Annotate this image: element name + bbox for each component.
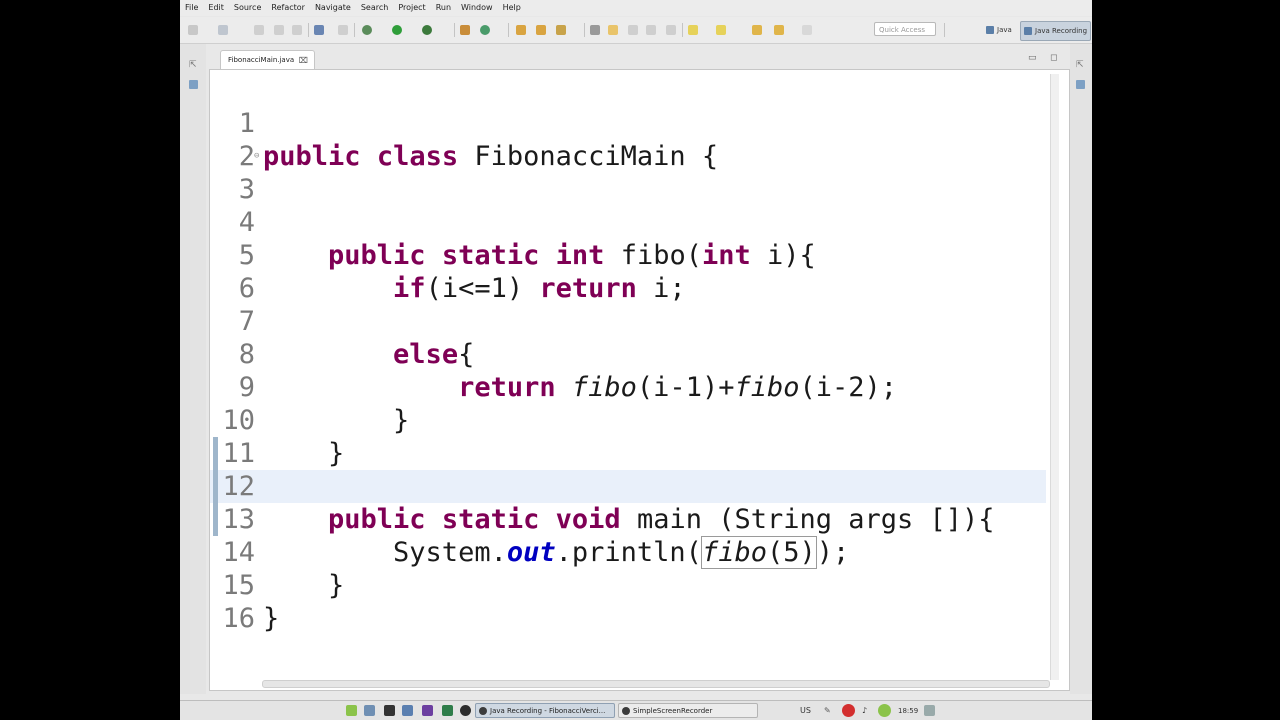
show-desktop-icon[interactable]	[364, 705, 375, 716]
menu-project[interactable]: Project	[393, 0, 430, 16]
next-annotation-icon[interactable]	[688, 25, 698, 35]
system-taskbar: Java Recording - FibonacciVerci... Simpl…	[180, 700, 1092, 720]
eclipse-icon[interactable]	[422, 705, 433, 716]
update-icon[interactable]	[878, 704, 891, 717]
code-line: 16	[210, 569, 1046, 634]
code-line: 15 }	[210, 536, 1046, 634]
editor-tab-fibonaccimain[interactable]: FibonacciMain.java ⌧	[220, 50, 315, 69]
fold-marker-icon[interactable]: ⊖	[254, 140, 259, 173]
save-all-icon[interactable]	[274, 25, 284, 35]
main-toolbar: Quick Access Java Java Recording	[180, 17, 1092, 44]
terminate-icon[interactable]	[338, 25, 348, 35]
pin-icon[interactable]	[802, 25, 812, 35]
open-task-icon[interactable]	[536, 25, 546, 35]
code-line: 1 public class FibonacciMain {	[210, 74, 1046, 172]
recorder-icon[interactable]	[460, 705, 471, 716]
search-icon[interactable]	[556, 25, 566, 35]
outline-icon[interactable]	[1076, 80, 1085, 89]
menu-window[interactable]: Window	[456, 0, 498, 16]
back-icon[interactable]	[752, 25, 762, 35]
window-icon	[479, 707, 487, 715]
horizontal-scrollbar[interactable]	[262, 680, 1050, 688]
code-line: 5 if(i<=1) return i;	[210, 206, 1046, 304]
menu-file[interactable]: File	[180, 0, 203, 16]
terminal-icon[interactable]	[384, 705, 395, 716]
new-icon[interactable]	[188, 25, 198, 35]
code-line: 8 return fibo(i-1)+fibo(i-2);	[210, 305, 1046, 403]
volume-icon[interactable]: ♪	[862, 704, 867, 718]
block-selection-icon[interactable]	[646, 25, 656, 35]
open-icon[interactable]	[218, 25, 228, 35]
menu-navigate[interactable]: Navigate	[310, 0, 356, 16]
clock[interactable]: 18:59	[898, 704, 918, 718]
perspective-java[interactable]: Java	[986, 21, 1012, 39]
code-line: 14 }	[210, 503, 1046, 601]
window-icon	[622, 707, 630, 715]
minimize-icon[interactable]: ▭	[1028, 53, 1037, 63]
open-type-icon[interactable]	[516, 25, 526, 35]
code-line-current: 13 System.out.println(fibo(5));	[210, 470, 1046, 569]
menu-run[interactable]: Run	[431, 0, 456, 16]
menu-bar: File Edit Source Refactor Navigate Searc…	[180, 0, 1092, 16]
record-icon[interactable]	[842, 704, 855, 717]
debug-icon[interactable]	[362, 25, 372, 35]
code-line: 3 ⊖ public static int fibo(int i){	[210, 140, 1046, 271]
keyboard-layout[interactable]: US	[800, 704, 811, 718]
package-explorer-icon[interactable]	[189, 80, 198, 89]
notification-icon[interactable]	[924, 705, 935, 716]
menu-search[interactable]: Search	[356, 0, 393, 16]
close-tab-icon[interactable]: ⌧	[299, 51, 308, 70]
left-trim-stack: ⇱	[180, 44, 206, 694]
coverage-icon[interactable]	[422, 25, 432, 35]
menu-help[interactable]: Help	[498, 0, 526, 16]
java-recording-perspective-icon	[1024, 27, 1032, 35]
editor-tab-title: FibonacciMain.java	[228, 56, 295, 64]
mark-occurrences-icon[interactable]	[608, 25, 618, 35]
taskbar-window-java-recording[interactable]: Java Recording - FibonacciVerci...	[475, 703, 615, 718]
eclipse-window: File Edit Source Refactor Navigate Searc…	[180, 0, 1092, 720]
app-menu-icon[interactable]	[346, 705, 357, 716]
browser-icon[interactable]	[442, 705, 453, 716]
menu-edit[interactable]: Edit	[203, 0, 229, 16]
code-line: 11	[210, 404, 1046, 469]
vertical-scrollbar[interactable]	[1050, 74, 1059, 680]
print-icon[interactable]	[292, 25, 302, 35]
new-class-icon[interactable]	[480, 25, 490, 35]
code-line: 9 }	[210, 338, 1046, 436]
code-line: 12 public static void main (String args …	[210, 437, 1046, 535]
java-perspective-icon	[986, 26, 994, 34]
forward-icon[interactable]	[774, 25, 784, 35]
right-trim-stack: ⇱	[1070, 44, 1092, 694]
restore-icon[interactable]: ⇱	[1076, 60, 1085, 70]
external-tools-icon[interactable]	[460, 25, 470, 35]
file-manager-icon[interactable]	[402, 705, 413, 716]
code-editor[interactable]: 1 public class FibonacciMain { 2 3 ⊖ pub…	[209, 69, 1070, 691]
perspective-java-recording[interactable]: Java Recording	[1020, 21, 1092, 41]
menu-source[interactable]: Source	[229, 0, 266, 16]
code-line: 4	[210, 173, 1046, 238]
save-icon[interactable]	[254, 25, 264, 35]
show-whitespace-icon[interactable]	[666, 25, 676, 35]
quick-access-input[interactable]: Quick Access	[874, 22, 936, 36]
code-line: 6	[210, 239, 1046, 304]
prev-annotation-icon[interactable]	[716, 25, 726, 35]
menu-refactor[interactable]: Refactor	[266, 0, 310, 16]
code-line: 10 }	[210, 371, 1046, 469]
line-number: 16	[222, 603, 255, 634]
run-icon[interactable]	[392, 25, 402, 35]
taskbar-window-simplescreenrecorder[interactable]: SimpleScreenRecorder	[618, 703, 758, 718]
restore-icon[interactable]: ⇱	[189, 60, 198, 70]
pen-icon[interactable]: ✎	[824, 704, 831, 718]
maximize-icon[interactable]: ◻	[1050, 53, 1057, 63]
debug-skip-icon[interactable]	[314, 25, 324, 35]
code-line: 7 else{	[210, 272, 1046, 370]
annotation-icon[interactable]	[590, 25, 600, 35]
word-wrap-icon[interactable]	[628, 25, 638, 35]
code-line: 2	[210, 107, 1046, 172]
